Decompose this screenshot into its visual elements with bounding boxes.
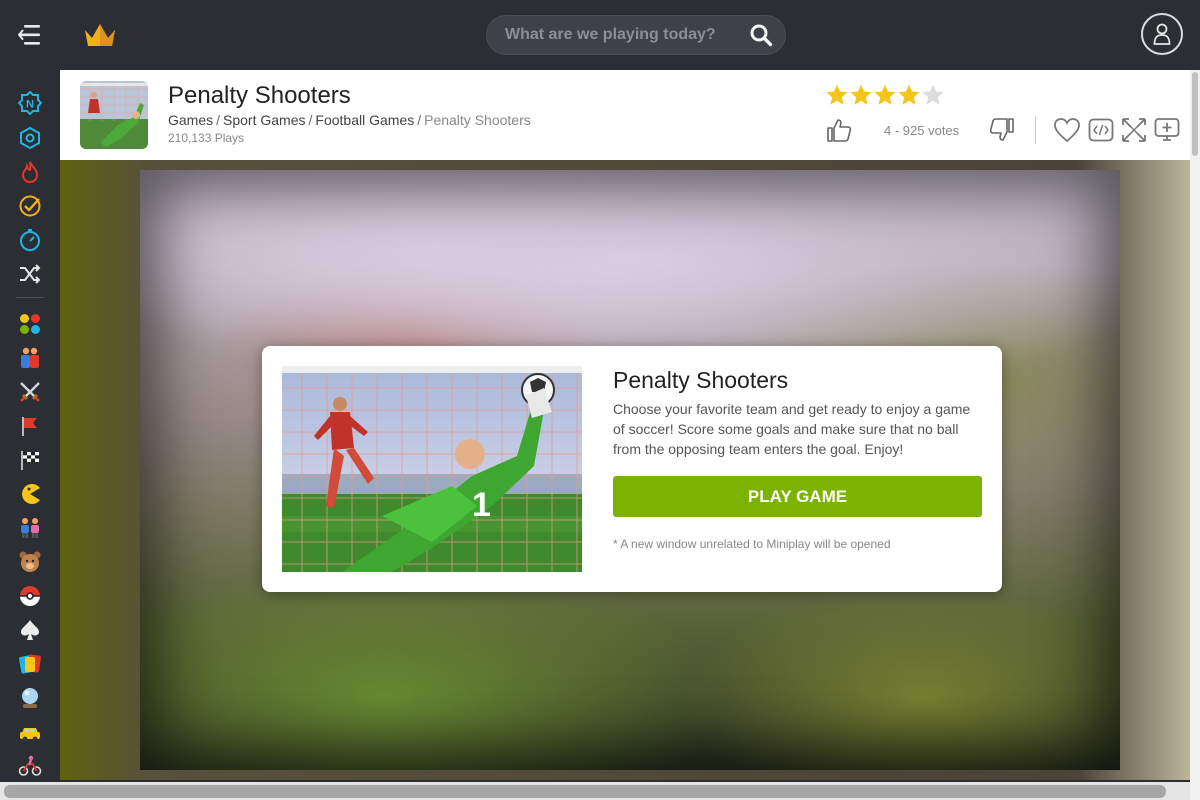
play-game-button[interactable]: PLAY GAME <box>613 476 982 517</box>
fullscreen-icon[interactable] <box>1120 116 1148 144</box>
game-title: Penalty Shooters <box>168 82 351 109</box>
game-cover-image: 1 <box>282 366 582 572</box>
heart-icon[interactable] <box>1053 116 1081 144</box>
top-bar <box>0 0 1200 70</box>
breadcrumb-games[interactable]: Games <box>168 112 213 128</box>
breadcrumb-football-games[interactable]: Football Games <box>315 112 414 128</box>
vote-count: 4 - 925 votes <box>884 123 960 138</box>
crystal-ball-icon[interactable] <box>18 686 42 710</box>
header-divider <box>1035 116 1036 144</box>
add-to-screen-icon[interactable] <box>1153 116 1181 144</box>
star-icon[interactable] <box>897 83 921 107</box>
modal-note: * A new window unrelated to Miniplay wil… <box>613 537 891 551</box>
crossed-swords-icon[interactable] <box>18 380 42 404</box>
spade-icon[interactable] <box>18 618 42 642</box>
thumbs-up-icon[interactable] <box>826 117 852 143</box>
breadcrumb: Games / Sport Games / Football Games / Penalty… <box>168 112 531 128</box>
vertical-scrollbar[interactable] <box>1190 70 1200 800</box>
pokeball-icon[interactable] <box>18 584 42 608</box>
star-icon[interactable] <box>873 83 897 107</box>
search-icon[interactable] <box>749 23 773 47</box>
search-box <box>486 15 786 55</box>
breadcrumb-current: Penalty Shooters <box>424 112 531 128</box>
flag-icon[interactable] <box>18 414 42 438</box>
user-account-button[interactable] <box>1141 13 1183 55</box>
playing-cards-icon[interactable] <box>18 652 42 676</box>
thumbs-down-icon[interactable] <box>989 117 1015 143</box>
breadcrumb-sport-games[interactable]: Sport Games <box>223 112 305 128</box>
modal-title: Penalty Shooters <box>613 367 789 393</box>
star-icon[interactable] <box>849 83 873 107</box>
star-icon[interactable] <box>825 83 849 107</box>
menu-icon[interactable] <box>17 22 42 48</box>
crown-icon[interactable] <box>82 20 118 55</box>
vertical-scroll-thumb[interactable] <box>1192 72 1198 156</box>
check-badge-icon[interactable] <box>18 194 42 218</box>
svg-text:1: 1 <box>472 486 491 524</box>
taxi-icon[interactable] <box>18 720 42 744</box>
checkered-flag-icon[interactable] <box>18 448 42 472</box>
play-game-modal: 1 Penalty Shooters Choose your favorite … <box>262 346 1002 592</box>
wrestlers-icon[interactable] <box>18 346 42 370</box>
svg-text:N: N <box>26 99 34 111</box>
hexagon-icon[interactable] <box>18 126 42 150</box>
shuffle-icon[interactable] <box>18 262 42 286</box>
play-count: 210,133 Plays <box>168 131 245 145</box>
flame-icon[interactable] <box>18 160 42 184</box>
embed-code-icon[interactable] <box>1087 116 1115 144</box>
star-icon[interactable] <box>921 83 945 107</box>
teddy-bear-icon[interactable] <box>18 550 42 574</box>
horizontal-scroll-thumb[interactable] <box>4 785 1166 798</box>
sidebar: N <box>0 70 60 800</box>
sidebar-divider <box>16 297 44 298</box>
color-dots-icon[interactable] <box>18 312 42 336</box>
pacman-icon[interactable] <box>18 482 42 506</box>
game-stage: 1 Penalty Shooters Choose your favorite … <box>60 160 1190 780</box>
user-icon <box>1153 23 1171 45</box>
children-icon[interactable] <box>18 516 42 540</box>
stopwatch-icon[interactable] <box>18 228 42 252</box>
horizontal-scrollbar[interactable] <box>0 782 1190 800</box>
search-input[interactable] <box>505 16 737 54</box>
game-thumbnail[interactable] <box>80 81 148 149</box>
game-header: Penalty Shooters Games / Sport Games / Footb… <box>60 70 1190 160</box>
modal-description: Choose your favorite team and get ready … <box>613 401 971 457</box>
n-badge-icon[interactable]: N <box>18 91 42 115</box>
cyclist-icon[interactable] <box>18 754 42 778</box>
